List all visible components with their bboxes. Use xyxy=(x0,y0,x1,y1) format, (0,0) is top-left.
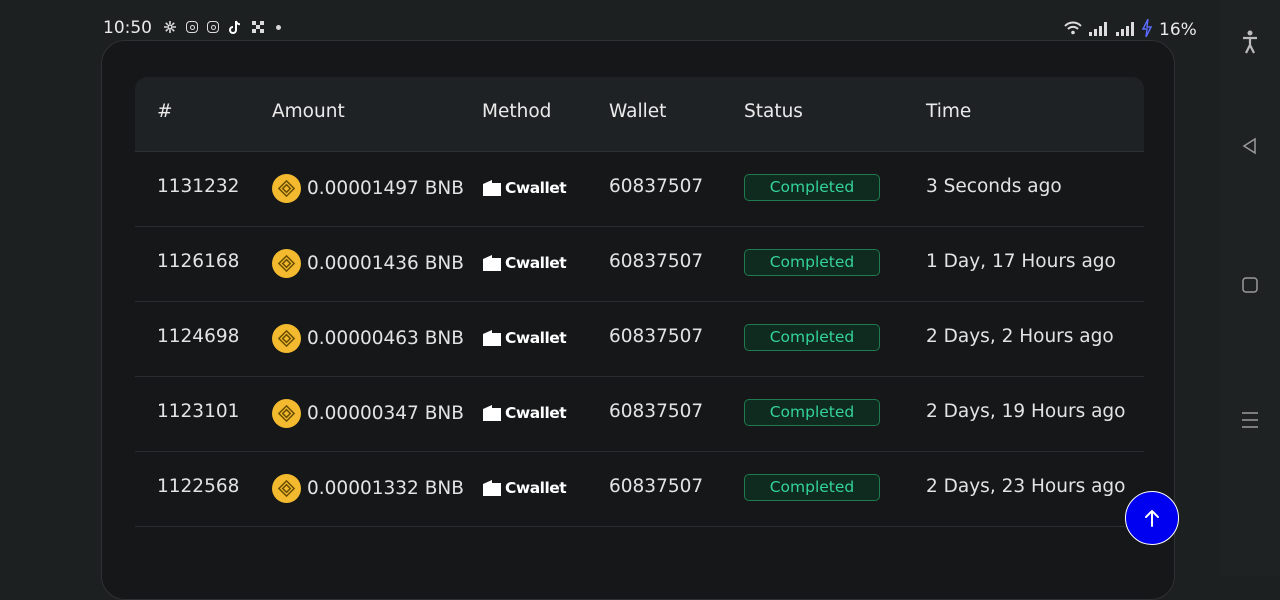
header-method: Method xyxy=(482,101,552,122)
amount-value: 0.00000463 BNB xyxy=(307,328,464,349)
amount-value: 0.00001436 BNB xyxy=(307,253,464,274)
back-icon xyxy=(1242,137,1256,155)
header-time: Time xyxy=(926,101,972,122)
accessibility-button[interactable] xyxy=(1220,30,1280,54)
instagram-icon xyxy=(186,21,198,33)
row-id: 1122568 xyxy=(157,476,240,497)
row-wallet: 60837507 xyxy=(609,401,704,422)
signal-icon xyxy=(1115,21,1137,40)
tiktok-icon xyxy=(228,20,242,34)
navigation-rail xyxy=(1220,0,1280,576)
amount-value: 0.00001497 BNB xyxy=(307,178,464,199)
row-status: Completed xyxy=(744,249,880,276)
row-time: 2 Days, 19 Hours ago xyxy=(926,401,1126,422)
row-method: Cwallet xyxy=(482,254,567,272)
withdrawals-card: # Amount Method Wallet Status Time 11312… xyxy=(101,40,1175,600)
row-wallet: 60837507 xyxy=(609,176,704,197)
row-wallet: 60837507 xyxy=(609,476,704,497)
status-badge: Completed xyxy=(744,324,880,351)
table-row: 1123101 0.00000347 BNB Cwallet 60837507 … xyxy=(135,377,1144,452)
row-id: 1126168 xyxy=(157,251,240,272)
back-button[interactable] xyxy=(1220,137,1280,155)
method-label: Cwallet xyxy=(505,254,567,272)
row-time: 2 Days, 2 Hours ago xyxy=(926,326,1114,347)
row-amount: 0.00000463 BNB xyxy=(272,324,464,353)
instagram-icon xyxy=(207,21,219,33)
table-row: 1122568 0.00001332 BNB Cwallet 60837507 … xyxy=(135,452,1144,527)
row-amount: 0.00000347 BNB xyxy=(272,399,464,428)
notification-icons xyxy=(163,20,281,34)
withdrawals-table: # Amount Method Wallet Status Time 11312… xyxy=(135,77,1144,527)
recents-button[interactable] xyxy=(1220,411,1280,429)
bnb-coin-icon xyxy=(272,399,301,428)
table-row: 1126168 0.00001436 BNB Cwallet 60837507 … xyxy=(135,227,1144,302)
cwallet-logo-icon xyxy=(483,180,501,196)
row-time: 2 Days, 23 Hours ago xyxy=(926,476,1126,497)
header-status: Status xyxy=(744,101,803,122)
row-id: 1124698 xyxy=(157,326,240,347)
table-body: 1131232 0.00001497 BNB Cwallet 60837507 … xyxy=(135,152,1144,527)
method-label: Cwallet xyxy=(505,329,567,347)
row-method: Cwallet xyxy=(482,404,567,422)
row-wallet: 60837507 xyxy=(609,326,704,347)
status-time: 10:50 xyxy=(103,18,152,38)
row-method: Cwallet xyxy=(482,329,567,347)
bnb-coin-icon xyxy=(272,324,301,353)
row-amount: 0.00001332 BNB xyxy=(272,474,464,503)
table-row: 1131232 0.00001497 BNB Cwallet 60837507 … xyxy=(135,152,1144,227)
header-id: # xyxy=(157,101,173,122)
row-method: Cwallet xyxy=(482,179,567,197)
row-time: 3 Seconds ago xyxy=(926,176,1062,197)
battery-saver-icon xyxy=(1141,18,1153,41)
method-label: Cwallet xyxy=(505,179,567,197)
cwallet-logo-icon xyxy=(483,330,501,346)
recents-icon xyxy=(1242,412,1258,428)
status-badge: Completed xyxy=(744,474,880,501)
table-row: 1124698 0.00000463 BNB Cwallet 60837507 … xyxy=(135,302,1144,377)
bnb-coin-icon xyxy=(272,249,301,278)
cwallet-logo-icon xyxy=(483,480,501,496)
wifi-icon xyxy=(1063,20,1083,40)
home-button[interactable] xyxy=(1220,276,1280,294)
cwallet-logo-icon xyxy=(483,405,501,421)
row-time: 1 Day, 17 Hours ago xyxy=(926,251,1116,272)
row-method: Cwallet xyxy=(482,479,567,497)
header-amount: Amount xyxy=(272,101,345,122)
row-status: Completed xyxy=(744,174,880,201)
method-label: Cwallet xyxy=(505,479,567,497)
app-x-icon xyxy=(251,20,265,34)
row-status: Completed xyxy=(744,324,880,351)
cwallet-logo-icon xyxy=(483,255,501,271)
battery-percentage: 16% xyxy=(1159,20,1197,40)
accessibility-icon xyxy=(1243,30,1257,54)
dot-icon xyxy=(276,24,281,30)
row-status: Completed xyxy=(744,474,880,501)
row-id: 1123101 xyxy=(157,401,240,422)
method-label: Cwallet xyxy=(505,404,567,422)
row-wallet: 60837507 xyxy=(609,251,704,272)
status-badge: Completed xyxy=(744,399,880,426)
pinwheel-icon xyxy=(163,20,177,34)
amount-value: 0.00000347 BNB xyxy=(307,403,464,424)
status-badge: Completed xyxy=(744,174,880,201)
signal-icon xyxy=(1088,21,1110,40)
row-amount: 0.00001436 BNB xyxy=(272,249,464,278)
amount-value: 0.00001332 BNB xyxy=(307,478,464,499)
home-icon xyxy=(1242,277,1258,293)
system-status: 16% xyxy=(1063,18,1197,41)
status-badge: Completed xyxy=(744,249,880,276)
row-id: 1131232 xyxy=(157,176,240,197)
header-wallet: Wallet xyxy=(609,101,667,122)
row-status: Completed xyxy=(744,399,880,426)
bnb-coin-icon xyxy=(272,474,301,503)
bnb-coin-icon xyxy=(272,174,301,203)
table-header: # Amount Method Wallet Status Time xyxy=(135,77,1144,152)
scroll-to-top-button[interactable] xyxy=(1125,491,1179,545)
arrow-up-icon xyxy=(1145,510,1159,527)
row-amount: 0.00001497 BNB xyxy=(272,174,464,203)
